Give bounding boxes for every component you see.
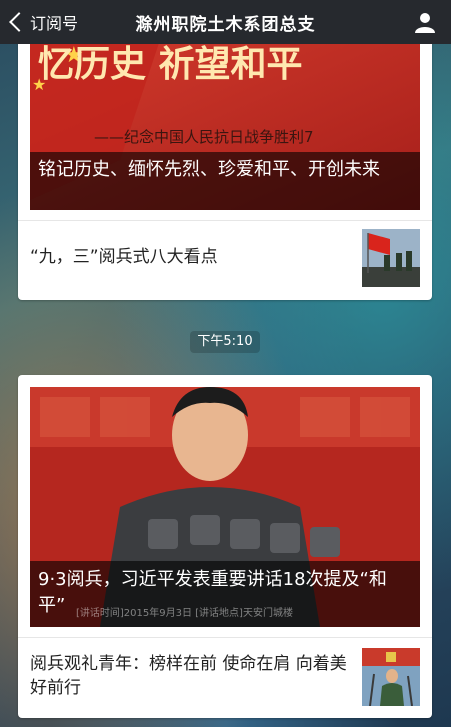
article-title: 铭记历史、缅怀先烈、珍爱和平、开创未来 [30,152,420,210]
article-title: “九，三”阅兵式八大看点 [30,247,218,267]
message-timestamp: 下午5:10 [190,331,260,353]
message-card: ★ ★ 忆历史 祈望和平 ——纪念中国人民抗日战争胜利7 铭记历史、缅怀先烈、珍… [18,40,432,300]
cover-banner-text: 忆历史 祈望和平 [38,43,303,85]
top-nav-bar: 订阅号 滁州职院土木系团总支 [0,0,451,44]
cover-banner-subtitle: ——纪念中国人民抗日战争胜利7 [94,128,314,146]
article-cover[interactable]: ★ ★ 忆历史 祈望和平 ——纪念中国人民抗日战争胜利7 铭记历史、缅怀先烈、珍… [30,40,420,210]
page-title: 滁州职院土木系团总支 [135,14,316,35]
chevron-left-icon [9,12,29,32]
article-cover[interactable]: 9·3阅兵，习近平发表重要讲话18次提及“和平” [讲话时间]2015年9月3日… [30,387,420,627]
article-thumbnail [362,229,420,287]
back-button[interactable]: 订阅号 [8,0,78,44]
list-item[interactable]: “九，三”阅兵式八大看点 [18,220,432,300]
article-title: 阅兵观礼青年：榜样在前 使命在肩 向着美好前行 [30,654,347,698]
user-profile-icon[interactable] [413,10,437,34]
cover-overlay-text: [讲话时间]2015年9月3日 [讲话地点]天安门城楼 [76,608,293,619]
list-item[interactable]: 阅兵观礼青年：榜样在前 使命在肩 向着美好前行 [18,637,432,718]
message-card: 9·3阅兵，习近平发表重要讲话18次提及“和平” [讲话时间]2015年9月3日… [18,375,432,718]
article-thumbnail [362,648,420,706]
back-label: 订阅号 [30,14,79,33]
